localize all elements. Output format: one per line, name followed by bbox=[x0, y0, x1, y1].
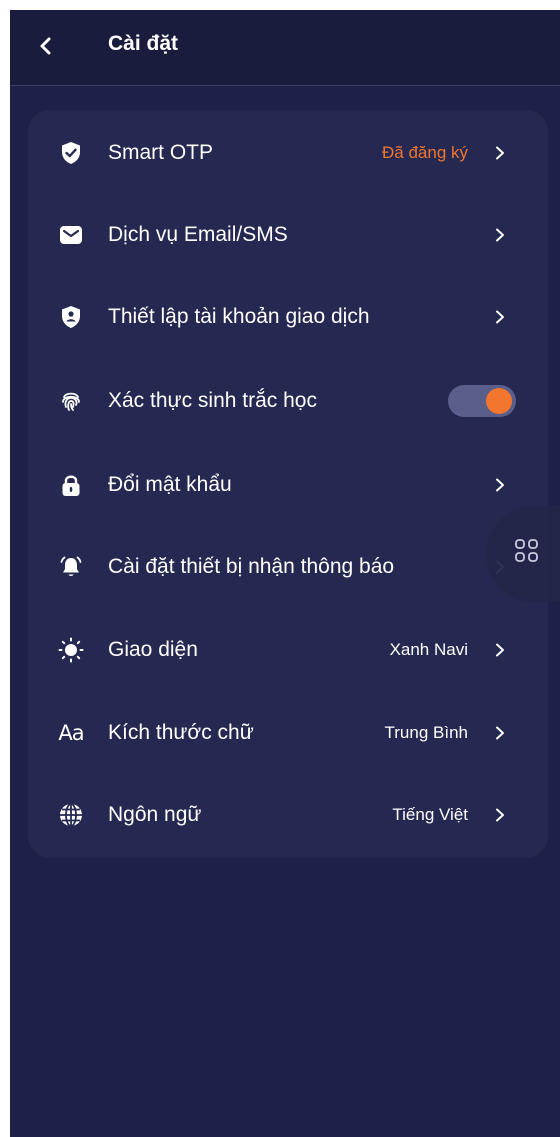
sun-icon bbox=[58, 637, 84, 663]
language-item[interactable]: Ngôn ngữ Tiếng Việt bbox=[28, 774, 548, 856]
item-label: Cài đặt thiết bị nhận thông báo bbox=[108, 555, 395, 578]
email-sms-item[interactable]: Dịch vụ Email/SMS bbox=[28, 194, 548, 276]
item-label: Giao diện bbox=[108, 638, 198, 661]
biometric-toggle[interactable] bbox=[448, 385, 516, 417]
toggle-knob bbox=[486, 388, 512, 414]
shield-account-icon bbox=[58, 304, 84, 330]
shield-check-icon bbox=[58, 140, 84, 166]
item-label: Đổi mật khẩu bbox=[108, 473, 232, 496]
font-size-item[interactable]: Aa Kích thước chữ Trung Bình bbox=[28, 692, 548, 774]
lock-icon bbox=[58, 472, 84, 498]
mail-icon bbox=[58, 222, 84, 248]
chevron-right-icon bbox=[494, 807, 506, 823]
back-button[interactable] bbox=[28, 28, 64, 64]
chevron-right-icon bbox=[494, 725, 506, 741]
chevron-right-icon bbox=[494, 309, 506, 325]
fingerprint-icon bbox=[58, 388, 84, 414]
item-label: Dịch vụ Email/SMS bbox=[108, 223, 288, 246]
item-label: Smart OTP bbox=[108, 141, 214, 164]
globe-icon bbox=[58, 802, 84, 828]
font-size-value: Trung Bình bbox=[384, 723, 468, 742]
bell-icon bbox=[58, 554, 84, 580]
chevron-right-icon bbox=[494, 227, 506, 243]
language-value: Tiếng Việt bbox=[392, 805, 468, 824]
smart-otp-item[interactable]: Smart OTP Đã đăng ký bbox=[28, 112, 548, 194]
notification-device-item[interactable]: Cài đặt thiết bị nhận thông báo bbox=[28, 526, 548, 608]
page-title: Cài đặt bbox=[108, 32, 179, 55]
settings-screen: Cài đặt Smart OTP Đã đăng ký Dịch vụ Ema… bbox=[10, 10, 560, 1137]
item-label: Kích thước chữ bbox=[108, 721, 254, 744]
theme-value: Xanh Navi bbox=[389, 640, 468, 659]
chevron-right-icon bbox=[494, 145, 506, 161]
chevron-right-icon bbox=[494, 477, 506, 493]
app-bar: Cài đặt bbox=[10, 10, 560, 86]
item-label: Ngôn ngữ bbox=[108, 803, 202, 826]
item-label: Xác thực sinh trắc học bbox=[108, 389, 317, 412]
chevron-left-icon bbox=[40, 37, 51, 55]
change-password-item[interactable]: Đổi mật khẩu bbox=[28, 444, 548, 526]
settings-list: Smart OTP Đã đăng ký Dịch vụ Email/SMS T… bbox=[28, 110, 548, 858]
theme-item[interactable]: Giao diện Xanh Navi bbox=[28, 609, 548, 691]
item-label: Thiết lập tài khoản giao dịch bbox=[108, 305, 370, 328]
biometric-item: Xác thực sinh trắc học bbox=[28, 360, 548, 442]
font-size-icon-text: Aa bbox=[58, 721, 84, 745]
trading-account-item[interactable]: Thiết lập tài khoản giao dịch bbox=[28, 276, 548, 358]
font-size-icon: Aa bbox=[58, 720, 84, 746]
apps-grid-icon bbox=[515, 539, 538, 562]
chevron-right-icon bbox=[494, 642, 506, 658]
otp-status: Đã đăng ký bbox=[382, 143, 468, 162]
